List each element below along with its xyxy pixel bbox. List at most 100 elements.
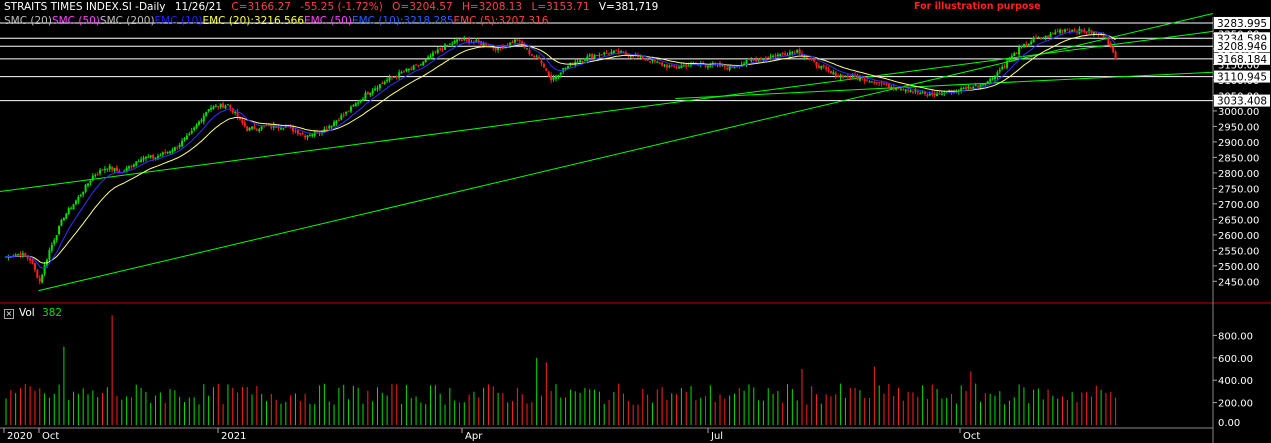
candle-body [516,39,519,41]
candle-body [863,78,866,82]
candle-body [415,64,418,66]
candle-body [294,130,297,132]
candle-body [108,165,111,170]
candle-body [644,58,647,60]
candle-body [919,93,922,95]
candle-body [858,77,861,81]
candle-body [1018,46,1021,55]
candle-body [335,120,338,124]
candle-body [969,87,972,89]
candle-body [583,59,586,61]
candle-body [1080,29,1083,31]
candle-body [26,256,29,259]
candle-body [856,76,859,80]
candle-body [1104,38,1107,40]
candle-body [899,88,902,90]
candle-body [629,56,632,58]
candle-body [166,151,169,153]
candle-body [612,50,615,53]
candle-body [419,64,422,66]
chart-header: STRAITS TIMES INDEX.SI -Daily 11/26/21 C… [4,1,664,13]
candle-body [306,135,309,138]
candle-body [62,217,65,221]
candle-body [839,74,842,77]
candle-body [750,60,753,62]
candle-body [349,106,352,112]
candle-body [84,184,87,192]
candle-body [977,86,980,88]
candle-body [371,90,374,94]
candle-body [559,72,562,75]
candle-body [550,75,553,81]
candle-body [354,103,357,107]
candle-body [656,61,659,63]
candle-body [661,62,664,66]
candle-body [747,58,750,61]
candle-body [29,258,32,261]
candle-body [359,99,362,102]
candle-body [195,124,198,129]
candle-body [1003,66,1006,68]
candle-body [236,111,239,118]
candle-body [984,84,987,86]
close-icon[interactable]: × [4,309,14,319]
candle-body [1085,32,1088,34]
candle-body [1107,37,1110,45]
candle-body [885,83,888,85]
candle-body [441,49,444,51]
candle-body [1034,37,1037,39]
candle-body [347,111,350,113]
candle-body [513,39,516,43]
candle-body [222,103,225,108]
candle-body [390,76,393,78]
candle-body [197,121,200,125]
candle-body [564,67,567,69]
candle-body [144,156,147,159]
candle-body [248,127,251,131]
candle-body [962,87,965,89]
candle-body [214,105,217,107]
candle-body [301,133,304,135]
candle-body [1001,66,1004,70]
volume-header: × Vol 382 [4,307,62,319]
candle-body [417,65,420,67]
candle-body [878,82,881,84]
candle-body [598,55,601,57]
candle-body [557,75,560,77]
candle-body [545,68,548,71]
candle-body [173,147,176,151]
candle-body [1013,52,1016,56]
candle-body [677,67,680,69]
candle-body [1037,37,1040,39]
candle-body [152,155,155,159]
candle-body [340,115,343,120]
candle-body [171,150,174,152]
candle-body [33,263,36,270]
candle-body [528,49,531,54]
candle-body [1008,59,1011,62]
candle-body [593,55,596,59]
candle-body [154,157,157,159]
candle-body [79,195,82,197]
candle-body [492,47,495,49]
candle-body [412,65,415,70]
candle-body [890,87,893,90]
date-label: 11/26/21 [174,1,223,13]
candle-body [193,127,196,130]
indicator-label: EMC (5):3207.316 [453,15,549,27]
candle-body [909,90,912,92]
candle-body [258,129,261,131]
candle-body [352,105,355,107]
candle-body [460,39,463,41]
candle-body [388,77,391,81]
candle-body [1030,41,1033,45]
candle-body [887,83,890,88]
candle-body [615,50,618,52]
candle-body [526,48,529,50]
candle-body [111,166,114,170]
candle-body [94,175,97,177]
candle-body [967,86,970,89]
candle-body [212,106,215,109]
candle-body [542,64,545,68]
candle-body [101,168,104,171]
